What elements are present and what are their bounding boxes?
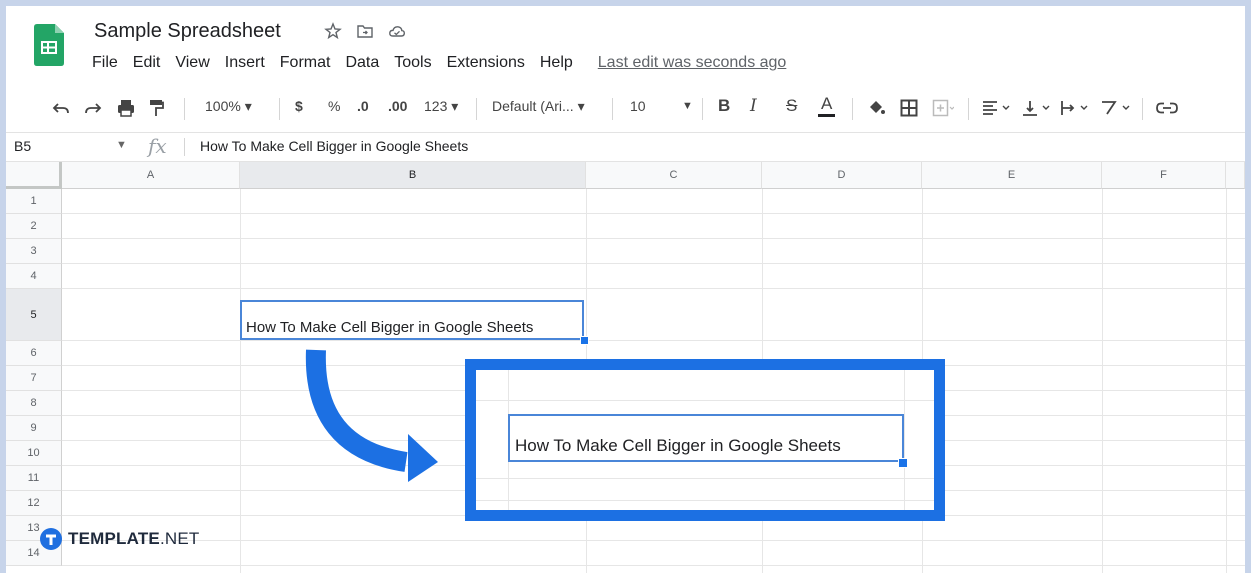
font-size-caret-icon[interactable]: ▼ xyxy=(682,100,693,112)
font-family-select[interactable]: Default (Ari... ▾ xyxy=(492,98,585,115)
column-header-d[interactable]: D xyxy=(762,162,922,189)
column-grid-line xyxy=(1226,189,1227,573)
row-header-9[interactable]: 9 xyxy=(6,416,62,441)
cloud-status-icon[interactable] xyxy=(388,22,406,40)
percent-format-button[interactable]: % xyxy=(328,98,340,114)
formula-divider xyxy=(184,138,185,156)
row-header-5[interactable]: 5 xyxy=(6,289,62,341)
menu-edit[interactable]: Edit xyxy=(133,54,161,72)
callout-grid-line xyxy=(904,370,905,510)
toolbar-divider xyxy=(279,98,280,120)
formula-input[interactable]: How To Make Cell Bigger in Google Sheets xyxy=(200,138,468,154)
undo-icon[interactable] xyxy=(52,100,70,116)
menu-file[interactable]: File xyxy=(92,54,118,72)
strikethrough-button[interactable]: S xyxy=(786,96,797,116)
menu-extensions[interactable]: Extensions xyxy=(447,54,525,72)
app-window: Sample Spreadsheet File Edit View Insert… xyxy=(6,6,1245,573)
text-rotation-icon[interactable] xyxy=(1100,100,1132,116)
column-header-b[interactable]: B xyxy=(240,162,586,189)
name-box[interactable]: B5 xyxy=(14,138,31,154)
row-header-8[interactable]: 8 xyxy=(6,391,62,416)
merge-cells-icon[interactable] xyxy=(932,99,954,117)
more-formats-select[interactable]: 123 ▾ xyxy=(424,98,458,115)
template-net-watermark: TEMPLATE.NET xyxy=(40,528,199,550)
toolbar-divider xyxy=(702,98,703,120)
toolbar-divider xyxy=(1142,98,1143,120)
text-wrapping-icon[interactable] xyxy=(1060,100,1090,116)
bold-button[interactable]: B xyxy=(718,96,730,116)
fill-color-icon[interactable] xyxy=(866,99,886,117)
formula-bar: B5 ▼ fx How To Make Cell Bigger in Googl… xyxy=(6,133,1245,162)
toolbar-divider xyxy=(184,98,185,120)
row-header-6[interactable]: 6 xyxy=(6,341,62,366)
currency-format-button[interactable]: $ xyxy=(295,98,303,114)
row-header-7[interactable]: 7 xyxy=(6,366,62,391)
enlarged-fill-handle xyxy=(898,458,908,468)
redo-icon[interactable] xyxy=(84,100,102,116)
document-title[interactable]: Sample Spreadsheet xyxy=(94,20,281,43)
callout-grid-line xyxy=(476,500,934,501)
fill-handle[interactable] xyxy=(580,336,589,345)
font-size-select[interactable]: 10 xyxy=(630,98,646,114)
menu-bar: File Edit View Insert Format Data Tools … xyxy=(92,54,801,72)
star-icon[interactable] xyxy=(324,22,342,40)
text-color-button[interactable]: A xyxy=(818,94,836,117)
toolbar-divider xyxy=(476,98,477,120)
toolbar-divider xyxy=(968,98,969,120)
brand-main: TEMPLATE xyxy=(68,529,160,548)
insert-link-icon[interactable] xyxy=(1156,102,1178,114)
template-logo-icon xyxy=(40,528,62,550)
toolbar-divider xyxy=(852,98,853,120)
increase-decimal-button[interactable]: .00 xyxy=(388,98,407,114)
sheets-logo-icon[interactable] xyxy=(34,24,64,66)
zoom-select[interactable]: 100% ▾ xyxy=(205,98,252,115)
toolbar: 100% ▾ $ % .0 .00 123 ▾ Default (Ari... … xyxy=(6,86,1245,133)
row-header-3[interactable]: 3 xyxy=(6,239,62,264)
row-header-2[interactable]: 2 xyxy=(6,214,62,239)
paint-format-icon[interactable] xyxy=(148,99,164,117)
column-grid-line xyxy=(1102,189,1103,573)
row-header-1[interactable]: 1 xyxy=(6,189,62,214)
vertical-align-icon[interactable] xyxy=(1022,100,1052,116)
brand-suffix: .NET xyxy=(159,529,200,548)
column-grid-line xyxy=(240,189,241,573)
row-header-4[interactable]: 4 xyxy=(6,264,62,289)
menu-help[interactable]: Help xyxy=(540,54,573,72)
menu-data[interactable]: Data xyxy=(345,54,379,72)
column-header-g[interactable] xyxy=(1226,162,1245,189)
title-actions xyxy=(324,22,406,40)
callout-grid-line xyxy=(476,400,934,401)
row-header-12[interactable]: 12 xyxy=(6,491,62,516)
enlarged-cell-text: How To Make Cell Bigger in Google Sheets xyxy=(515,436,841,455)
zoom-callout: How To Make Cell Bigger in Google Sheets xyxy=(465,359,945,521)
horizontal-align-icon[interactable] xyxy=(982,100,1012,116)
decrease-decimal-button[interactable]: .0 xyxy=(357,98,369,114)
enlarged-cell: How To Make Cell Bigger in Google Sheets xyxy=(508,414,904,462)
select-all-corner[interactable] xyxy=(6,162,62,189)
menu-insert[interactable]: Insert xyxy=(225,54,265,72)
curved-arrow-icon xyxy=(305,349,438,482)
last-edit-link[interactable]: Last edit was seconds ago xyxy=(598,54,787,72)
toolbar-divider xyxy=(612,98,613,120)
callout-grid-line xyxy=(476,478,934,479)
name-box-caret-icon[interactable]: ▼ xyxy=(116,139,127,151)
row-header-11[interactable]: 11 xyxy=(6,466,62,491)
print-icon[interactable] xyxy=(116,99,136,117)
column-header-a[interactable]: A xyxy=(62,162,240,189)
menu-tools[interactable]: Tools xyxy=(394,54,431,72)
column-header-e[interactable]: E xyxy=(922,162,1102,189)
menu-format[interactable]: Format xyxy=(280,54,331,72)
cell-b5-text: How To Make Cell Bigger in Google Sheets xyxy=(246,319,534,336)
brand-name: TEMPLATE.NET xyxy=(68,529,199,549)
function-icon: fx xyxy=(148,134,167,158)
borders-icon[interactable] xyxy=(900,99,918,117)
selected-cell-b5[interactable]: How To Make Cell Bigger in Google Sheets xyxy=(240,300,584,340)
row-header-10[interactable]: 10 xyxy=(6,441,62,466)
italic-button[interactable]: I xyxy=(750,96,757,116)
column-header-c[interactable]: C xyxy=(586,162,762,189)
column-header-f[interactable]: F xyxy=(1102,162,1226,189)
move-folder-icon[interactable] xyxy=(356,22,374,40)
menu-view[interactable]: View xyxy=(175,54,209,72)
